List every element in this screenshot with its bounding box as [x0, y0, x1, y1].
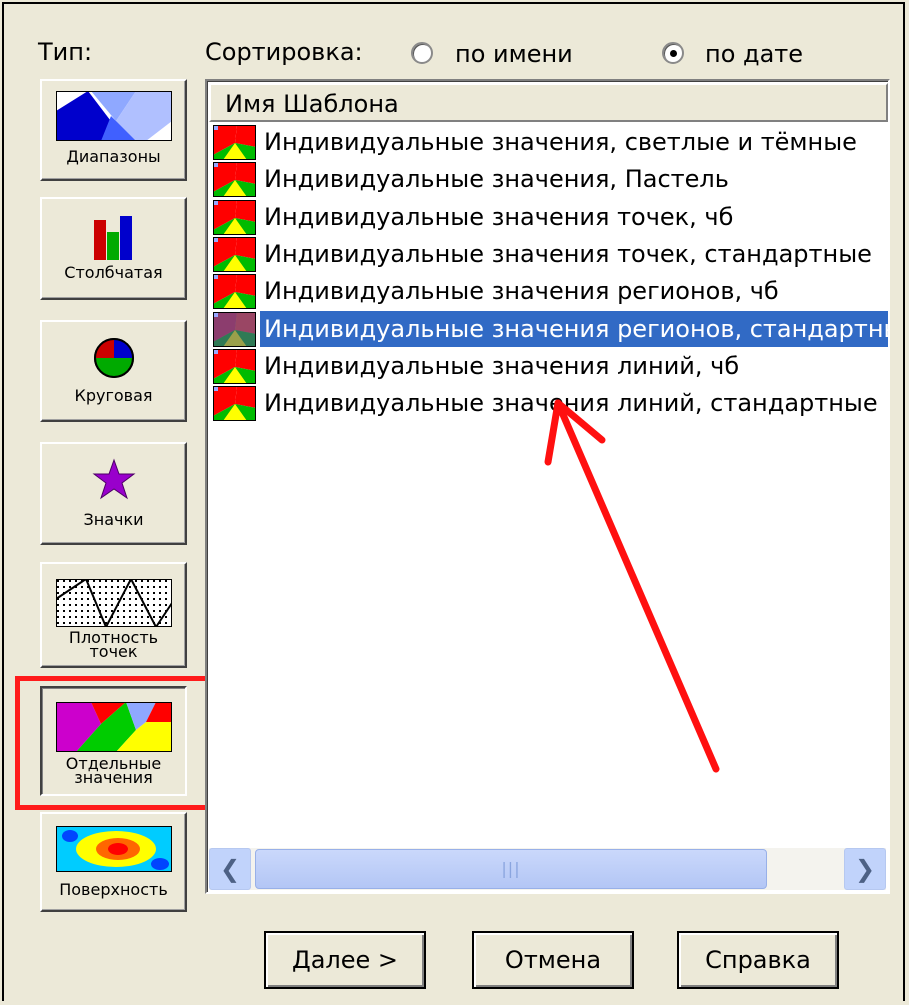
template-icon	[213, 199, 256, 235]
type-dot-density-label-2: точек	[89, 642, 138, 661]
scroll-thumb[interactable]: |||	[255, 849, 767, 889]
bar-chart-icon	[93, 216, 132, 260]
list-item[interactable]: Индивидуальные значения, Пастель	[213, 160, 888, 198]
list-item-label: Индивидуальные значения регионов, чб	[264, 277, 779, 306]
pie-chart-icon	[93, 338, 134, 378]
type-ranges-button[interactable]: Диапазоны	[40, 79, 187, 181]
list-item-label: Индивидуальные значения регионов, станда…	[260, 310, 888, 347]
list-item[interactable]: Индивидуальные значения регионов, станда…	[213, 310, 888, 347]
list-item[interactable]: Индивидуальные значения точек, стандартн…	[213, 235, 888, 272]
template-icon	[213, 236, 256, 272]
list-item-label: Индивидуальные значения линий, чб	[264, 351, 740, 380]
sort-label: Сортировка:	[205, 38, 363, 66]
list-item[interactable]: Индивидуальные значения линий, стандартн…	[213, 384, 888, 422]
type-pie-chart-label: Круговая	[74, 386, 153, 405]
template-icon	[213, 162, 256, 198]
type-bar-chart-label: Столбчатая	[64, 263, 163, 282]
type-surface-label: Поверхность	[59, 880, 168, 899]
type-dot-density-button[interactable]: Плотность точек	[40, 562, 187, 668]
list-item[interactable]: Индивидуальные значения регионов, чб	[213, 272, 888, 310]
help-button[interactable]: Справка	[677, 931, 839, 989]
star-icon	[92, 458, 135, 500]
type-symbols-label: Значки	[83, 510, 144, 529]
type-surface-button[interactable]: Поверхность	[40, 812, 187, 912]
list-item[interactable]: Индивидуальные значения точек, чб	[213, 198, 888, 235]
template-icon	[213, 311, 256, 347]
template-icon	[213, 125, 256, 160]
type-ranges-label: Диапазоны	[66, 147, 161, 166]
type-symbols-button[interactable]: Значки	[40, 442, 187, 545]
type-label: Тип:	[38, 38, 93, 66]
horizontal-scrollbar[interactable]: ❮ ||| ❯	[209, 848, 886, 890]
list-header-label: Имя Шаблона	[225, 90, 399, 118]
dot-density-icon	[55, 579, 172, 627]
list-item[interactable]: Индивидуальные значения линий, чб	[213, 347, 888, 384]
list-header[interactable]: Имя Шаблона	[209, 83, 888, 122]
type-bar-chart-button[interactable]: Столбчатая	[40, 197, 187, 300]
cancel-button[interactable]: Отмена	[472, 931, 634, 989]
scroll-right-button[interactable]: ❯	[844, 848, 886, 890]
sort-by-name-radio[interactable]	[411, 42, 433, 64]
highlight-box	[15, 676, 220, 810]
ranges-icon	[55, 91, 172, 141]
list-item-label: Индивидуальные значения, светлые и тёмны…	[264, 128, 857, 156]
template-icon	[213, 274, 256, 310]
surface-icon	[55, 826, 172, 872]
list-item-label: Индивидуальные значения точек, чб	[264, 202, 734, 231]
list-item-label: Индивидуальные значения точек, стандартн…	[264, 239, 872, 268]
list-item-label: Индивидуальные значения, Пастель	[264, 165, 729, 194]
template-icon	[213, 386, 256, 422]
list-item[interactable]: Индивидуальные значения, светлые и тёмны…	[213, 123, 888, 160]
sort-by-date-label[interactable]: по дате	[705, 40, 803, 68]
sort-by-name-label[interactable]: по имени	[455, 40, 573, 68]
scroll-left-button[interactable]: ❮	[209, 848, 251, 890]
sort-by-date-radio[interactable]	[662, 42, 684, 64]
template-list[interactable]: Имя Шаблона Индивидуальные значения, све…	[205, 79, 890, 894]
template-icon	[213, 348, 256, 384]
next-button[interactable]: Далее >	[264, 931, 426, 989]
type-pie-chart-button[interactable]: Круговая	[40, 320, 187, 422]
list-item-label: Индивидуальные значения линий, стандартн…	[264, 389, 878, 418]
